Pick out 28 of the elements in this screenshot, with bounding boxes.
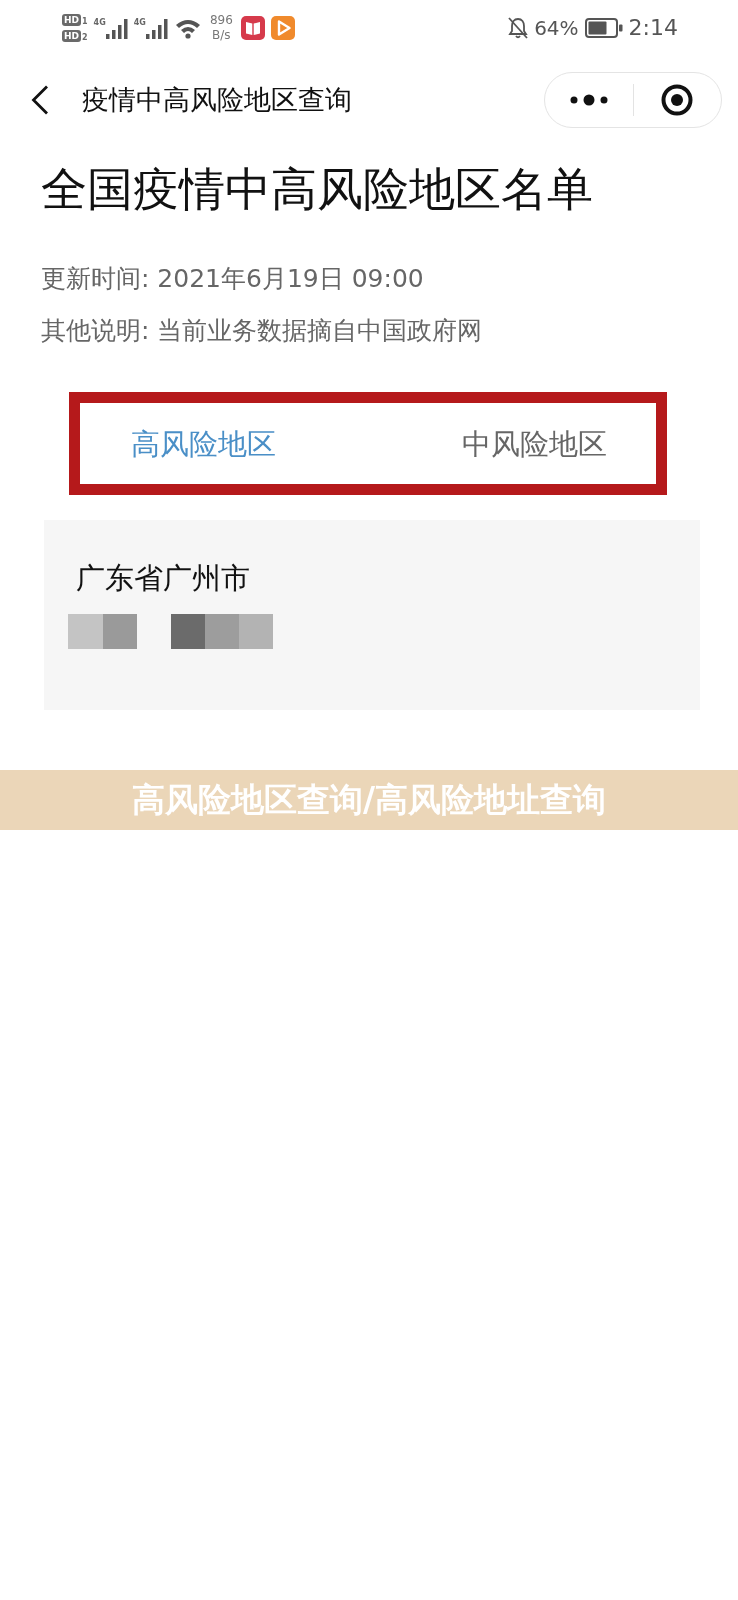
network-speed-value: 896 [209,13,233,28]
page-title: 疫情中高风险地区查询 [82,83,353,117]
back-icon [31,85,49,115]
book-app-icon [240,16,265,40]
battery-percent-text: 64% [534,18,579,38]
risk-tab[interactable]: 高风险地区 [131,423,276,464]
hd-badge: HD [62,30,81,42]
list-title: 全国疫情中高风险地区名单 [41,162,594,217]
clock-time: 2:14 [628,17,678,39]
network-type-label: 4G [133,18,146,28]
sim-slot-label: 2 [82,33,88,42]
sim-slot-label: 1 [82,17,88,26]
caption-text: 高风险地区查询/高风险地址查询 [131,778,607,821]
more-icon [569,94,608,106]
info-text: 其他说明: 当前业务数据摘自中国政府网 [41,315,484,347]
risk-tab[interactable]: 中风险地区 [462,423,607,464]
signal-icon [105,17,128,39]
pixelated-text-drawing [68,614,137,649]
bell-muted-icon [508,17,529,39]
play-app-icon [270,16,295,40]
signal-icon [145,17,168,39]
area-name: 广东省广州市 [76,560,251,596]
battery-icon [584,18,623,38]
network-speed-unit: B/s [212,28,231,43]
network-type-label: 4G [93,18,106,28]
circle-dot-icon [661,84,694,116]
info-text: 更新时间: 2021年6月19日 09:00 [41,263,425,295]
hd-badge: HD [62,14,81,26]
